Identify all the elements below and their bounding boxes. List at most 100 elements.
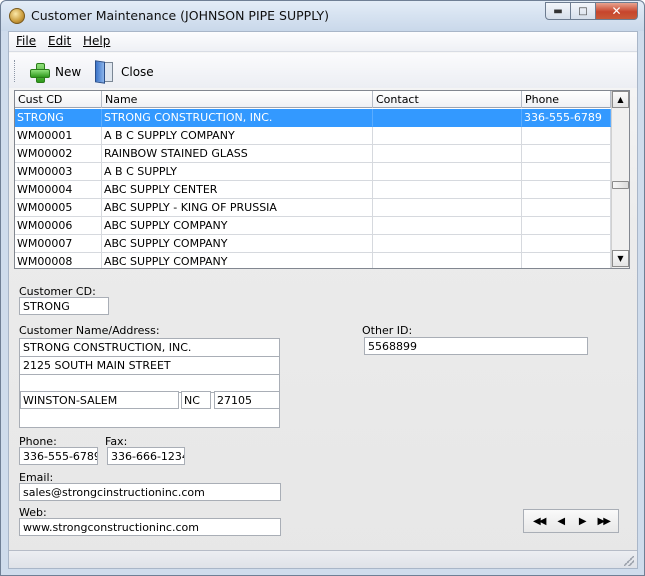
new-button[interactable]: New [29,60,81,84]
close-window-button[interactable]: ✕ [595,2,638,20]
cell-cust-cd[interactable]: WM00004 [15,181,102,199]
cell-cust-cd[interactable]: WM00007 [15,235,102,253]
column-header-phone[interactable]: Phone [522,91,611,108]
state-field[interactable]: NC [181,391,211,409]
cell-contact[interactable] [373,163,522,181]
cell-contact[interactable] [373,109,522,127]
maximize-icon: □ [578,5,588,17]
scroll-thumb[interactable] [612,181,629,189]
city-field[interactable]: WINSTON-SALEM [20,391,179,409]
other-id-field[interactable]: 5568899 [364,337,588,355]
cell-cust-cd[interactable]: WM00005 [15,199,102,217]
cell-contact[interactable] [373,235,522,253]
cell-name[interactable]: ABC SUPPLY COMPANY [102,253,373,268]
address-line3-field[interactable] [20,410,279,428]
table-row[interactable]: WM00007 ABC SUPPLY COMPANY [15,235,611,253]
skip-first-icon: ◀◀ [533,515,546,527]
cell-cust-cd[interactable]: WM00006 [15,217,102,235]
fax-field[interactable]: 336-666-1234 [107,447,185,465]
column-header-contact[interactable]: Contact [373,91,522,108]
cell-name[interactable]: ABC SUPPLY CENTER [102,181,373,199]
cell-phone[interactable] [522,163,611,181]
cell-name[interactable]: STRONG CONSTRUCTION, INC. [102,109,373,127]
cell-contact[interactable] [373,127,522,145]
menu-bar: File Edit Help [9,32,637,52]
address-block: STRONG CONSTRUCTION, INC. 2125 SOUTH MAI… [19,338,280,428]
menu-file-label: File [16,34,37,48]
first-record-button[interactable]: ◀◀ [530,516,548,527]
previous-icon: ◀ [557,515,565,527]
window-title: Customer Maintenance (JOHNSON PIPE SUPPL… [31,8,330,23]
cell-cust-cd[interactable]: WM00003 [15,163,102,181]
status-bar [9,550,637,568]
resize-grip-icon[interactable] [624,556,634,566]
cell-cust-cd[interactable]: STRONG [15,109,102,127]
column-header-name[interactable]: Name [102,91,373,108]
previous-record-button[interactable]: ◀ [551,516,569,527]
close-button[interactable]: Close [95,60,154,84]
cell-cust-cd[interactable]: WM00001 [15,127,102,145]
table-row[interactable]: WM00001 A B C SUPPLY COMPANY [15,127,611,145]
table-row[interactable]: WM00003 A B C SUPPLY [15,163,611,181]
phone-field[interactable]: 336-555-6789 [19,447,98,465]
toolbar-grip[interactable] [14,60,17,82]
minimize-icon: ▬ [553,5,563,17]
cell-contact[interactable] [373,199,522,217]
scroll-down-button[interactable]: ▼ [612,250,629,267]
cell-phone[interactable]: 336-555-6789 [522,109,611,127]
menu-help[interactable]: Help [83,34,110,48]
menu-edit[interactable]: Edit [48,34,71,48]
cell-contact[interactable] [373,145,522,163]
cell-contact[interactable] [373,181,522,199]
client-area: File Edit Help New Close Cust CD Name Co… [8,31,638,569]
email-field[interactable]: sales@strongcinstructioninc.com [19,483,281,501]
next-record-button[interactable]: ▶ [573,516,591,527]
cell-cust-cd[interactable]: WM00002 [15,145,102,163]
customer-cd-field[interactable]: STRONG [19,297,109,315]
add-icon [29,62,50,83]
address-line1-field[interactable]: 2125 SOUTH MAIN STREET [20,357,279,375]
window-controls: ▬ □ ✕ [545,2,638,20]
last-record-button[interactable]: ▶▶ [594,516,612,527]
cell-phone[interactable] [522,199,611,217]
maximize-button[interactable]: □ [570,2,596,20]
table-row[interactable]: WM00005 ABC SUPPLY - KING OF PRUSSIA [15,199,611,217]
table-row[interactable]: WM00002 RAINBOW STAINED GLASS [15,145,611,163]
next-icon: ▶ [578,515,587,527]
cell-name[interactable]: ABC SUPPLY COMPANY [102,235,373,253]
cell-name[interactable]: ABC SUPPLY COMPANY [102,217,373,235]
cell-name[interactable]: A B C SUPPLY [102,163,373,181]
web-field[interactable]: www.strongconstructioninc.com [19,518,281,536]
cell-name[interactable]: RAINBOW STAINED GLASS [102,145,373,163]
cell-contact[interactable] [373,253,522,268]
cell-phone[interactable] [522,127,611,145]
grid-body: STRONG STRONG CONSTRUCTION, INC. 336-555-6… [15,109,611,268]
table-row[interactable]: STRONG STRONG CONSTRUCTION, INC. 336-555-6… [15,109,611,127]
table-row[interactable]: WM00006 ABC SUPPLY COMPANY [15,217,611,235]
app-icon[interactable] [9,8,25,24]
cell-name[interactable]: ABC SUPPLY - KING OF PRUSSIA [102,199,373,217]
menu-file[interactable]: File [16,34,36,48]
grid-scrollbar[interactable]: ▲ ▼ [611,91,629,268]
title-bar[interactable]: Customer Maintenance (JOHNSON PIPE SUPPL… [1,1,644,31]
close-button-label: Close [121,65,154,79]
cell-contact[interactable] [373,217,522,235]
grid-header: Cust CD Name Contact Phone [15,91,611,108]
cell-phone[interactable] [522,253,611,268]
table-row[interactable]: WM00008 ABC SUPPLY COMPANY [15,253,611,268]
cell-phone[interactable] [522,235,611,253]
arrow-up-icon: ▲ [617,95,624,104]
customer-name-field[interactable]: STRONG CONSTRUCTION, INC. [20,339,279,357]
minimize-button[interactable]: ▬ [545,2,571,20]
table-row[interactable]: WM00004 ABC SUPPLY CENTER [15,181,611,199]
cell-phone[interactable] [522,181,611,199]
cell-phone[interactable] [522,145,611,163]
cell-cust-cd[interactable]: WM00008 [15,253,102,268]
column-header-cust-cd[interactable]: Cust CD [15,91,102,108]
toolbar: New Close [9,53,637,88]
scroll-up-button[interactable]: ▲ [612,91,629,108]
cell-name[interactable]: A B C SUPPLY COMPANY [102,127,373,145]
zip-field[interactable]: 27105 [214,391,280,409]
cell-phone[interactable] [522,217,611,235]
customer-grid[interactable]: Cust CD Name Contact Phone STRONG STRONG … [14,90,630,269]
